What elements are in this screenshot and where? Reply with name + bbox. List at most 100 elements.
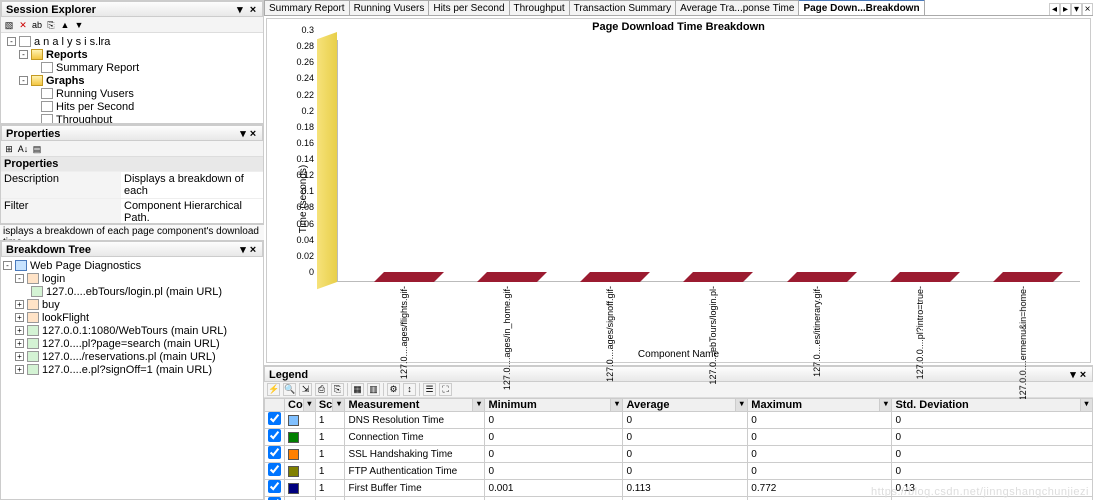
tab-throughput[interactable]: Throughput	[509, 0, 570, 15]
legend-col-header[interactable]: Std. Deviation▾	[892, 399, 1093, 412]
expander[interactable]: +	[15, 326, 24, 335]
legend-col-header[interactable]: Average▾	[623, 399, 748, 412]
prop-page-icon[interactable]: ▤	[31, 143, 43, 155]
legend-col-header[interactable]: Sc...▾	[315, 399, 345, 412]
expander[interactable]: -	[19, 76, 28, 85]
graphs-node[interactable]: Graphs	[46, 75, 85, 87]
tab-close-icon[interactable]: ×	[1082, 3, 1093, 15]
legend-checkbox-cell[interactable]	[265, 463, 285, 480]
legend-checkbox-cell[interactable]	[265, 480, 285, 497]
url-node[interactable]: 127.0....e.pl?signOff=1 (main URL)	[42, 364, 212, 376]
graph-node[interactable]: Throughput	[56, 114, 112, 124]
expander[interactable]: +	[15, 313, 24, 322]
legend-row[interactable]: 1Connection Time0000	[265, 429, 1093, 446]
legend-checkbox-cell[interactable]	[265, 446, 285, 463]
sort-icon[interactable]: ↕	[403, 383, 416, 396]
tab-running-vusers[interactable]: Running Vusers	[349, 0, 430, 15]
tab-avg-response[interactable]: Average Tra...ponse Time	[675, 0, 799, 15]
tab-hits-per-second[interactable]: Hits per Second	[428, 0, 509, 15]
url-node[interactable]: 127.0....pl?page=search (main URL)	[42, 338, 220, 350]
legend-color-cell[interactable]	[285, 446, 316, 463]
legend-col-header[interactable]: Minimum▾	[485, 399, 623, 412]
expander[interactable]: -	[19, 50, 28, 59]
close-icon[interactable]: ×	[248, 242, 258, 258]
expander[interactable]: -	[15, 274, 24, 283]
legend-checkbox[interactable]	[268, 429, 281, 442]
sort-icon[interactable]: A↓	[17, 143, 29, 155]
close-icon[interactable]: ×	[1078, 367, 1088, 383]
close-icon[interactable]: ×	[248, 2, 258, 18]
close-icon[interactable]: ×	[248, 126, 258, 142]
dropdown-icon[interactable]: ▾	[610, 399, 622, 411]
categorize-icon[interactable]: ⊞	[3, 143, 15, 155]
hide-icon[interactable]: ▥	[367, 383, 380, 396]
dropdown-icon[interactable]: ▾	[1080, 399, 1092, 411]
dropdown-icon[interactable]: ▾	[332, 399, 344, 411]
find-icon[interactable]: 🔍	[283, 383, 296, 396]
expand-icon[interactable]: ⛶	[439, 383, 452, 396]
legend-checkbox-cell[interactable]	[265, 412, 285, 429]
legend-row[interactable]: 1DNS Resolution Time0000	[265, 412, 1093, 429]
legend-table[interactable]: Co...▾Sc...▾Measurement▾Minimum▾Average▾…	[264, 398, 1093, 500]
chart-body[interactable]: Time (seconds) Component Name 00.020.040…	[267, 35, 1090, 362]
graph-node[interactable]: Hits per Second	[56, 101, 134, 113]
legend-row[interactable]: 1Receive Time0000	[265, 497, 1093, 500]
url-node[interactable]: 127.0..../reservations.pl (main URL)	[42, 351, 216, 363]
expander[interactable]: -	[7, 37, 16, 46]
export-icon[interactable]: ⇲	[299, 383, 312, 396]
legend-row[interactable]: 1FTP Authentication Time0000	[265, 463, 1093, 480]
legend-checkbox[interactable]	[268, 446, 281, 459]
tx-login[interactable]: login	[42, 273, 65, 285]
web-page-diagnostics[interactable]: Web Page Diagnostics	[30, 260, 141, 272]
down-icon[interactable]: ▼	[73, 19, 85, 31]
tab-summary[interactable]: Summary Report	[264, 0, 350, 15]
legend-color-cell[interactable]	[285, 429, 316, 446]
summary-report-node[interactable]: Summary Report	[56, 62, 139, 74]
legend-color-cell[interactable]	[285, 463, 316, 480]
pin-icon[interactable]: ▾	[238, 242, 248, 258]
properties-grid[interactable]: Properties DescriptionDisplays a breakdo…	[1, 157, 263, 223]
legend-col-header[interactable]: Measurement▾	[345, 399, 485, 412]
legend-checkbox-cell[interactable]	[265, 429, 285, 446]
copy-icon[interactable]: ⎘	[45, 19, 57, 31]
legend-col-header[interactable]: Co...▾	[285, 399, 316, 412]
dropdown-icon[interactable]: ▾	[735, 399, 747, 411]
tab-transaction-summary[interactable]: Transaction Summary	[569, 0, 676, 15]
legend-color-cell[interactable]	[285, 412, 316, 429]
filter-icon[interactable]: ⚡	[267, 383, 280, 396]
tx-lookflight[interactable]: lookFlight	[42, 312, 89, 324]
expander[interactable]: +	[15, 365, 24, 374]
prop-value[interactable]: Displays a breakdown of each	[121, 172, 263, 198]
legend-col-header[interactable]: Maximum▾	[748, 399, 892, 412]
prop-value[interactable]: Component Hierarchical Path.	[121, 199, 263, 223]
tab-page-breakdown[interactable]: Page Down...Breakdown	[798, 0, 924, 15]
expander[interactable]: +	[15, 339, 24, 348]
url-node[interactable]: 127.0....ebTours/login.pl (main URL)	[46, 286, 222, 298]
dropdown-icon[interactable]: ▾	[303, 399, 315, 411]
rename-icon[interactable]: ab	[31, 19, 43, 31]
breakdown-tree[interactable]: -Web Page Diagnostics -login 127.0....eb…	[1, 257, 263, 499]
session-name[interactable]: a n a l y s i s.lra	[34, 36, 110, 48]
legend-checkbox[interactable]	[268, 463, 281, 476]
expander[interactable]: +	[15, 300, 24, 309]
legend-row[interactable]: 1SSL Handshaking Time0000	[265, 446, 1093, 463]
legend-checkbox[interactable]	[268, 412, 281, 425]
pin-icon[interactable]: ▾	[235, 2, 245, 18]
delete-icon[interactable]: ✕	[17, 19, 29, 31]
legend-checkbox-cell[interactable]	[265, 497, 285, 500]
legend-color-cell[interactable]	[285, 480, 316, 497]
legend-color-cell[interactable]	[285, 497, 316, 500]
tx-buy[interactable]: buy	[42, 299, 60, 311]
legend-checkbox[interactable]	[268, 480, 281, 493]
columns-icon[interactable]: ☰	[423, 383, 436, 396]
legend-row[interactable]: 1First Buffer Time0.0010.1130.7720.13	[265, 480, 1093, 497]
config-icon[interactable]: ⚙	[387, 383, 400, 396]
copy-icon[interactable]: ⎘	[331, 383, 344, 396]
tab-scroll-right-icon[interactable]: ▸	[1060, 3, 1071, 15]
tab-menu-icon[interactable]: ▾	[1071, 3, 1082, 15]
dropdown-icon[interactable]: ▾	[472, 399, 484, 411]
reports-node[interactable]: Reports	[46, 49, 88, 61]
new-icon[interactable]: ▧	[3, 19, 15, 31]
show-icon[interactable]: ▦	[351, 383, 364, 396]
url-node[interactable]: 127.0.0.1:1080/WebTours (main URL)	[42, 325, 227, 337]
